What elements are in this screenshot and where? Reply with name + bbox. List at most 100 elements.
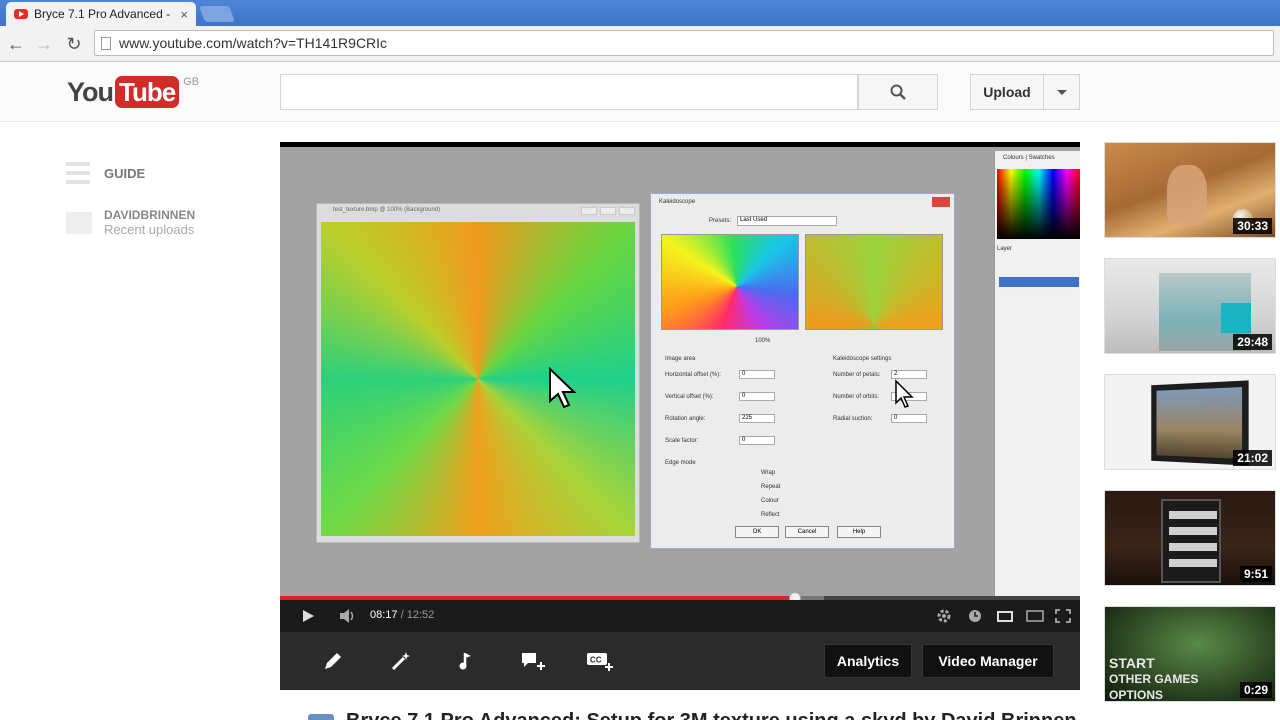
guide-label: GUIDE xyxy=(104,165,146,181)
address-bar[interactable]: www.youtube.com/watch?v=TH141R9CRIc xyxy=(94,30,1274,56)
layer-row xyxy=(999,277,1079,287)
creator-bar: CC Analytics Video Manager xyxy=(280,632,1080,690)
close-icon xyxy=(932,197,950,207)
petals-label: Number of petals: xyxy=(833,372,881,378)
address-url: www.youtube.com/watch?v=TH141R9CRIc xyxy=(119,35,388,51)
youtube-logo[interactable]: You Tube GB xyxy=(67,76,199,108)
related-duration-2: 29:48 xyxy=(1233,334,1272,350)
rotation-angle-field: 225 xyxy=(739,414,775,423)
thumb-cyan-block xyxy=(1221,303,1251,333)
texture-gradient xyxy=(321,222,635,536)
player-controls: 08:17 / 12:52 xyxy=(280,600,1080,632)
back-arrow-icon[interactable]: ← xyxy=(4,32,28,56)
youtube-favicon-icon xyxy=(14,9,28,19)
image-window: test_texture.bmp @ 100% (Background) xyxy=(316,203,640,543)
annotation-add-icon[interactable] xyxy=(520,650,546,672)
game-menu-options: OPTIONS xyxy=(1109,688,1164,702)
preview-after xyxy=(805,234,943,330)
colour-panel: Colours | Swatches Layer xyxy=(994,151,1080,596)
dialog-title: Kaleidoscope xyxy=(659,199,696,205)
music-note-icon[interactable] xyxy=(456,650,478,672)
browser-toolbar: ← → ↻ www.youtube.com/watch?v=TH141R9CRI… xyxy=(0,26,1280,62)
watch-later-icon[interactable] xyxy=(968,608,982,624)
page-icon xyxy=(101,36,111,50)
mouse-cursor-icon xyxy=(549,367,577,409)
channel-subtitle: Recent uploads xyxy=(104,222,195,237)
forward-arrow-icon[interactable]: → xyxy=(32,32,56,56)
upload-dropdown-button[interactable] xyxy=(1044,74,1080,110)
layer-label: Layer xyxy=(997,246,1013,252)
play-icon[interactable] xyxy=(300,608,316,624)
thumb-figure xyxy=(1167,165,1207,225)
large-player-icon[interactable] xyxy=(1026,608,1044,624)
time-separator: / xyxy=(397,609,407,621)
video-manager-button[interactable]: Video Manager xyxy=(922,644,1054,678)
kaleidoscope-dialog: Kaleidoscope Presets: Last Used 100% Ima… xyxy=(650,193,955,549)
related-duration-3: 21:02 xyxy=(1233,450,1272,466)
edge-option-colour: Colour xyxy=(761,498,779,504)
channel-name: DAVIDBRINNEN xyxy=(104,208,196,222)
thumb-game-menu: START OTHER GAMES OPTIONS xyxy=(1109,655,1198,702)
video-title: Bryce 7.1 Pro Advanced: Setup for 3M tex… xyxy=(346,710,1077,720)
tab-title: Bryce 7.1 Pro Advanced - xyxy=(34,7,171,21)
guide-menu-icon xyxy=(66,162,90,184)
edge-option-reflect: Reflect xyxy=(761,512,780,518)
edge-mode-label: Edge mode xyxy=(665,460,696,466)
small-player-icon[interactable] xyxy=(996,608,1014,624)
browser-tab[interactable]: Bryce 7.1 Pro Advanced - × xyxy=(6,2,196,26)
radial-field: 0 xyxy=(891,414,927,423)
chevron-down-icon xyxy=(1056,89,1067,95)
sidebar-item-channel[interactable]: DAVIDBRINNEN Recent uploads xyxy=(66,208,195,237)
thumb-phone xyxy=(1161,499,1221,583)
window-buttons xyxy=(581,207,635,215)
kaleidoscope-settings-label: Kaleidoscope settings xyxy=(833,356,892,362)
guide-button[interactable]: GUIDE xyxy=(66,162,145,184)
edge-option-repeat: Repeat xyxy=(761,484,781,490)
search-button[interactable] xyxy=(858,74,938,110)
related-duration-5: 0:29 xyxy=(1239,682,1272,698)
video-frame[interactable]: test_texture.bmp @ 100% (Background) Kal… xyxy=(280,147,1080,596)
tab-close-icon[interactable]: × xyxy=(180,7,188,22)
logo-you-text: You xyxy=(67,77,114,107)
search-input[interactable] xyxy=(280,74,858,110)
horizontal-offset-label: Horizontal offset (%): xyxy=(665,372,721,378)
captions-add-icon[interactable]: CC xyxy=(586,650,614,672)
magic-wand-icon[interactable] xyxy=(390,650,412,672)
mouse-cursor-small-icon xyxy=(895,379,914,408)
colour-spectrum xyxy=(997,169,1080,239)
pencil-icon[interactable] xyxy=(322,650,344,672)
analytics-button[interactable]: Analytics xyxy=(824,644,912,678)
logo-tube-text: Tube xyxy=(115,76,180,108)
preview-before xyxy=(661,234,799,330)
related-video-thumb-3[interactable]: 21:02 xyxy=(1104,374,1276,470)
fullscreen-icon[interactable] xyxy=(1054,608,1072,624)
upload-button[interactable]: Upload xyxy=(970,74,1044,110)
orbits-label: Number of orbits: xyxy=(833,394,880,400)
ok-button: OK xyxy=(735,526,779,538)
related-video-thumb-5[interactable]: START OTHER GAMES OPTIONS 0:29 xyxy=(1104,606,1276,702)
horizontal-offset-field: 0 xyxy=(739,370,775,379)
reload-icon[interactable]: ↻ xyxy=(62,32,86,56)
rotation-angle-label: Rotation angle: xyxy=(665,416,706,422)
video-player[interactable]: test_texture.bmp @ 100% (Background) Kal… xyxy=(280,142,1080,632)
related-video-thumb-2[interactable]: 29:48 xyxy=(1104,258,1276,354)
video-title-strip: Bryce 7.1 Pro Advanced: Setup for 3M tex… xyxy=(280,690,1080,720)
presets-label: Presets: xyxy=(709,218,732,224)
related-video-thumb-1[interactable]: 30:33 xyxy=(1104,142,1276,238)
related-video-thumb-4[interactable]: 9:51 xyxy=(1104,490,1276,586)
duration-time: 12:52 xyxy=(406,609,435,621)
related-duration-1: 30:33 xyxy=(1233,218,1272,234)
youtube-header: You Tube GB Upload xyxy=(0,62,1280,122)
current-time: 08:17 xyxy=(370,609,398,621)
presets-select: Last Used xyxy=(737,216,837,226)
time-display: 08:17 / 12:52 xyxy=(370,609,434,621)
scale-factor-field: 0 xyxy=(739,436,775,445)
volume-icon[interactable] xyxy=(338,608,358,624)
vertical-offset-field: 0 xyxy=(739,392,775,401)
scale-factor-label: Scale factor: xyxy=(665,438,699,444)
uploader-badge xyxy=(308,714,334,720)
new-tab-button[interactable] xyxy=(199,6,235,22)
gear-icon[interactable] xyxy=(936,608,952,624)
help-button: Help xyxy=(837,526,881,538)
browser-tab-bar: Bryce 7.1 Pro Advanced - × xyxy=(0,0,1280,26)
